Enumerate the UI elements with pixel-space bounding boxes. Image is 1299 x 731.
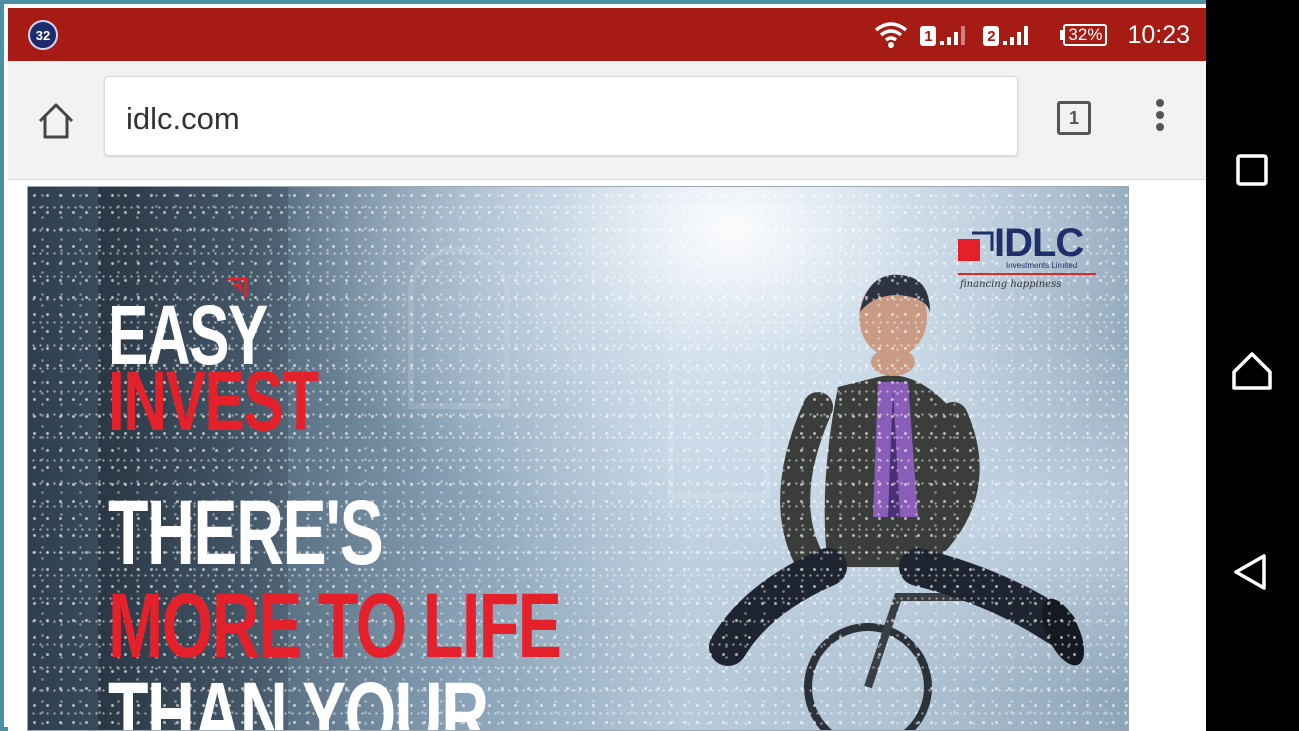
url-bar[interactable]: idlc.com (104, 76, 1018, 156)
back-icon[interactable] (1228, 548, 1276, 596)
clock: 10:23 (1127, 20, 1190, 49)
sim2-number: 2 (983, 26, 1000, 46)
status-bar: 32 1 2 32% 10:23 (8, 8, 1206, 61)
headline-theres: THERE'S (108, 482, 384, 584)
logo-name: IDLC (994, 221, 1084, 265)
home-icon[interactable] (36, 101, 76, 141)
android-nav-bar (1206, 0, 1299, 731)
browser-toolbar: idlc.com 1 (8, 61, 1206, 180)
sim2-signal: 2 (983, 24, 1034, 46)
idlc-logo-mark-icon (958, 231, 994, 261)
menu-dot (1156, 99, 1164, 107)
battery-level: 32% (1063, 24, 1108, 46)
headline-invest: INVEST (108, 354, 319, 448)
battery-icon: 32% (1060, 24, 1108, 46)
home-icon[interactable] (1228, 348, 1276, 396)
phone-screen: 32 1 2 32% 10:23 idlc.com 1 EASY INVEST … (8, 8, 1206, 731)
page-content: EASY INVEST THERE'S MORE TO LIFE THAN YO… (8, 180, 1206, 731)
signal-icon (940, 26, 966, 45)
logo-subtitle: Investments Limited (1006, 261, 1078, 270)
menu-dot (1156, 111, 1164, 119)
overflow-menu-icon[interactable] (1151, 99, 1169, 139)
idlc-banner-image[interactable]: EASY INVEST THERE'S MORE TO LIFE THAN YO… (27, 186, 1129, 731)
sim1-number: 1 (920, 26, 937, 46)
logo-tagline: financing happiness (960, 279, 1062, 290)
signal-icon (1003, 26, 1029, 45)
logo-divider (958, 273, 1096, 275)
headline-than-your: THAN YOUR (108, 664, 489, 731)
status-icons: 1 2 32% 10:23 (874, 18, 1190, 52)
recent-apps-icon[interactable] (1228, 146, 1276, 194)
menu-dot (1156, 123, 1164, 131)
notification-badge[interactable]: 32 (28, 20, 58, 50)
headline-more-to-life: MORE TO LIFE (108, 575, 562, 677)
sim1-signal: 1 (920, 24, 971, 46)
wifi-icon (874, 21, 908, 49)
url-text[interactable]: idlc.com (126, 101, 240, 137)
tab-switcher-icon[interactable]: 1 (1057, 101, 1091, 135)
